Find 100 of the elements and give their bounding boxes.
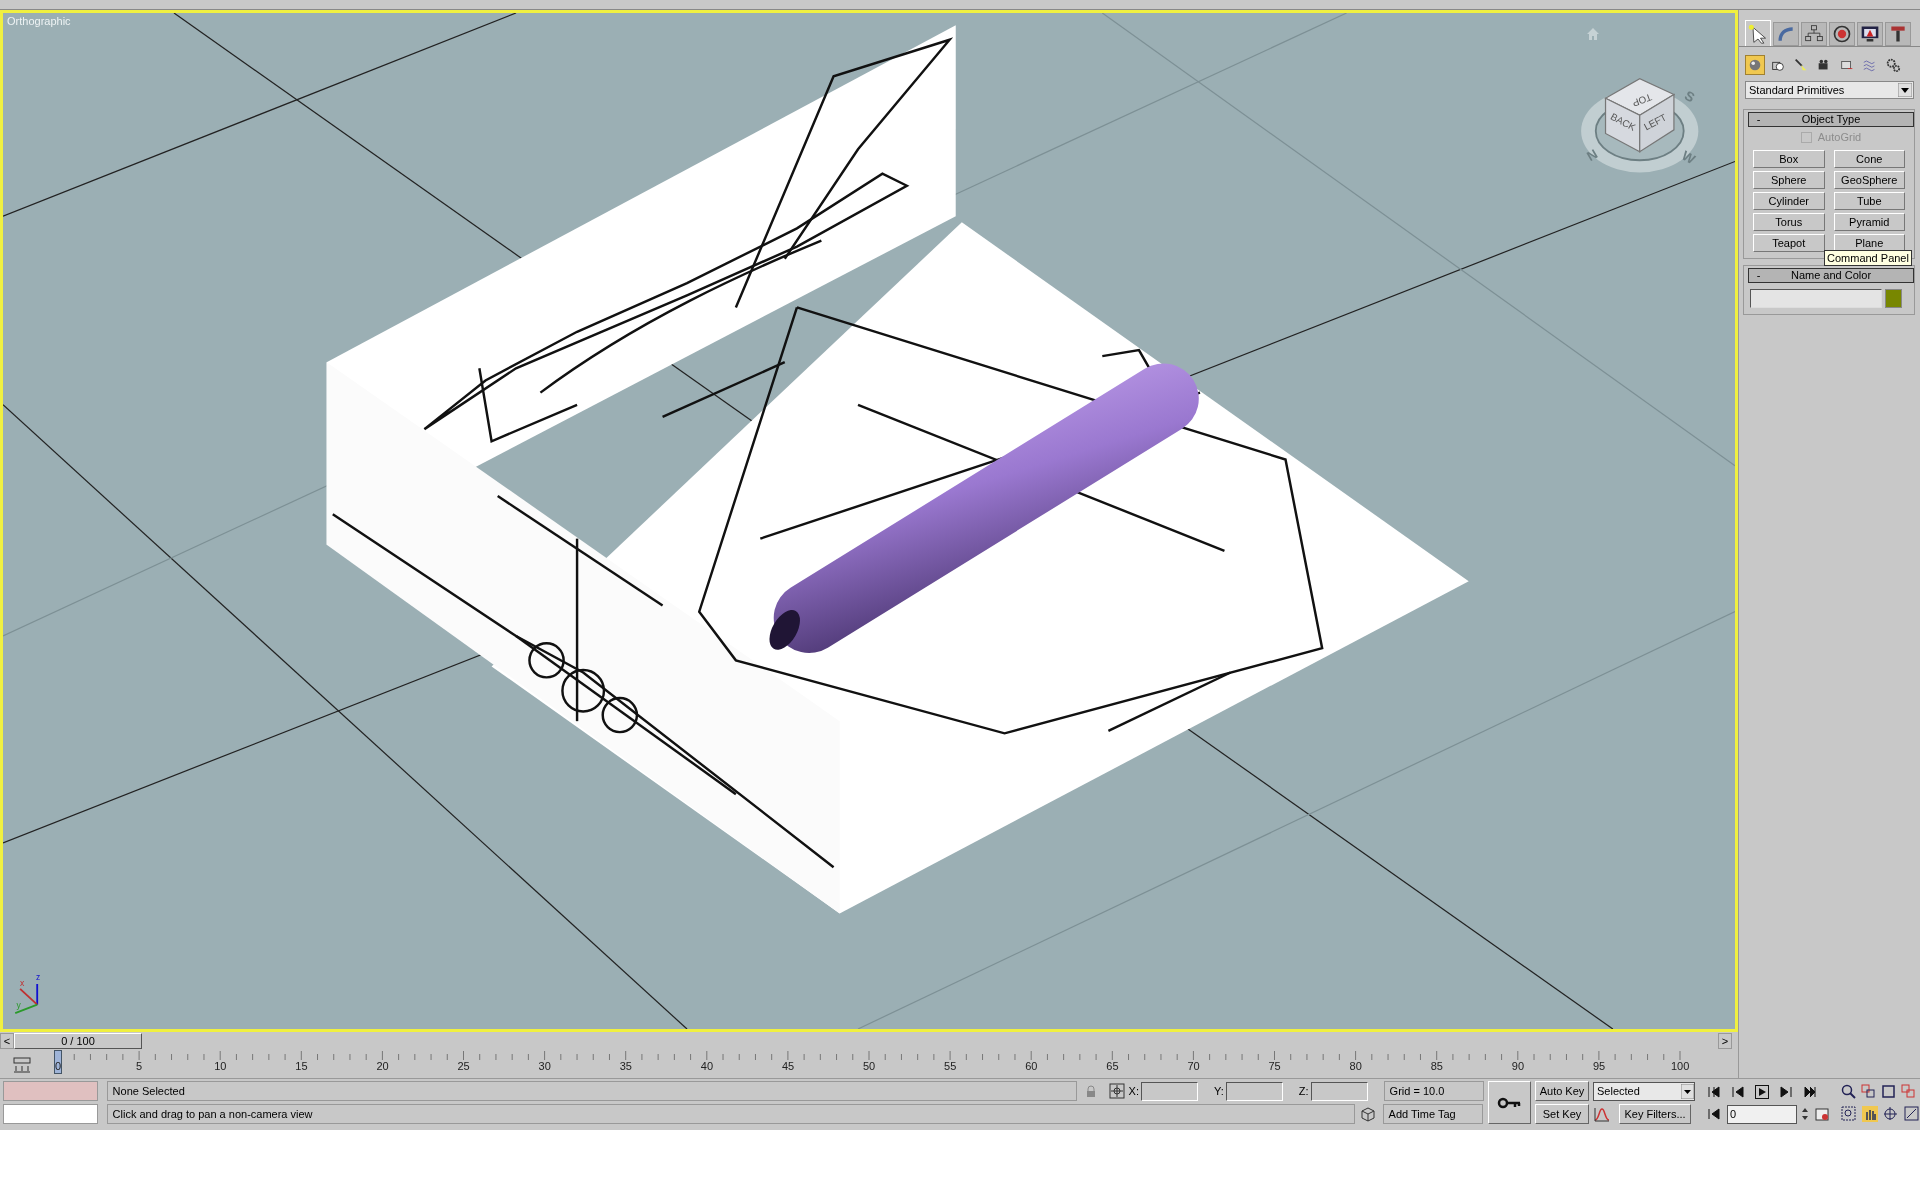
zoom-all-icon[interactable] (1861, 1084, 1876, 1099)
panel-tab[interactable] (1885, 22, 1911, 46)
auto-key-button[interactable]: Auto Key (1535, 1081, 1589, 1101)
next-frame-button[interactable]: > (1718, 1033, 1732, 1049)
rollout-title: Name and Color (1789, 267, 1873, 283)
gears-icon (1885, 57, 1901, 73)
rollout-header[interactable]: - Name and Color (1748, 267, 1914, 283)
zoom-icon[interactable] (1841, 1084, 1856, 1099)
rollout-header[interactable]: - Object Type (1748, 112, 1914, 127)
primitive-button[interactable]: Teapot (1753, 233, 1825, 252)
maxscript-listener-box[interactable] (3, 1104, 98, 1124)
panel-tab[interactable] (1857, 22, 1883, 46)
maximize-viewport-icon[interactable] (1904, 1106, 1920, 1122)
sphere-icon (1747, 57, 1763, 73)
previous-frame-button[interactable]: < (0, 1033, 14, 1049)
z-coordinate-field[interactable] (1310, 1081, 1368, 1101)
primitive-button[interactable]: Torus (1753, 212, 1825, 231)
axis-tripod-icon (14, 983, 39, 1015)
frame-number: 0 (55, 1060, 62, 1073)
add-time-tag-button[interactable]: Add Time Tag (1382, 1104, 1483, 1124)
primitive-button[interactable]: Tube (1833, 191, 1905, 210)
checkbox-label: AutoGrid (1817, 130, 1862, 145)
key-icon[interactable] (1497, 1096, 1522, 1109)
coordinate-label: X: (1128, 1083, 1139, 1099)
zoom-region-icon[interactable] (1841, 1106, 1857, 1122)
selection-status: None Selected (106, 1081, 1077, 1101)
cube-icon[interactable] (1360, 1106, 1375, 1122)
frame-number: 35 (619, 1060, 632, 1073)
previous-frame-icon[interactable] (1731, 1084, 1745, 1099)
frame-number: 25 (457, 1060, 470, 1073)
coordinate-label: Y: (1214, 1083, 1224, 1099)
frame-number: 15 (295, 1060, 308, 1073)
rollout-title: Object Type (1800, 112, 1862, 128)
y-coordinate-field[interactable] (1225, 1081, 1283, 1101)
dropdown-arrow-icon[interactable] (1681, 1083, 1694, 1099)
dropdown-value: Selected (1597, 1083, 1640, 1099)
next-frame-icon[interactable] (1779, 1084, 1793, 1099)
transform-mode-icon[interactable] (1108, 1083, 1125, 1099)
set-key-button[interactable]: Set Key (1535, 1104, 1589, 1124)
monitor-icon (1860, 24, 1880, 44)
collapse-toggle[interactable]: - (1749, 111, 1763, 128)
name-field[interactable] (1750, 288, 1882, 308)
wheel-icon (1832, 24, 1852, 44)
go-to-end-icon[interactable] (1803, 1084, 1817, 1099)
axis-label: x (20, 978, 25, 989)
primitive-button[interactable]: Sphere (1753, 170, 1825, 189)
frame-number: 75 (1268, 1060, 1281, 1073)
frame-number: 95 (1592, 1060, 1606, 1073)
frame-number: 70 (1187, 1060, 1200, 1073)
key-filters-button[interactable]: Key Filters... (1619, 1104, 1691, 1124)
frame-number: 80 (1349, 1060, 1362, 1073)
axis-label: z (36, 972, 41, 983)
play-icon[interactable] (1755, 1084, 1769, 1099)
current-frame-field[interactable]: 0 (1727, 1104, 1797, 1124)
frame-number: 60 (1025, 1060, 1038, 1073)
primitive-button[interactable]: GeoSphere (1833, 170, 1905, 189)
time-slider-thumb[interactable]: 0 / 100 (14, 1033, 142, 1049)
waves-icon (1862, 57, 1878, 73)
bend-icon (1776, 24, 1796, 44)
set-keys-button[interactable] (1487, 1081, 1531, 1124)
primitive-button[interactable]: Cone (1833, 149, 1905, 168)
dropdown-arrow-icon[interactable] (1898, 83, 1912, 97)
key-mode-dropdown[interactable]: Selected (1593, 1081, 1695, 1101)
frame-number: 20 (376, 1060, 389, 1073)
primitive-button[interactable]: Pyramid (1833, 212, 1905, 231)
spotlight-icon (1793, 57, 1809, 73)
collapse-toggle[interactable]: - (1749, 266, 1763, 284)
frame-number: 55 (944, 1060, 957, 1073)
color-swatch[interactable] (1885, 288, 1902, 308)
spinner-icon[interactable] (1801, 1107, 1809, 1121)
category-dropdown[interactable]: Standard Primitives (1745, 81, 1914, 99)
go-to-start-icon[interactable] (1707, 1084, 1721, 1099)
frame-number: 45 (781, 1060, 795, 1073)
current-frame-marker[interactable] (54, 1050, 62, 1074)
frame-number: 100 (1671, 1060, 1690, 1073)
key-mode-toggle-icon[interactable] (1707, 1107, 1721, 1121)
frame-number: 50 (863, 1060, 876, 1073)
primitive-button[interactable]: Box (1753, 149, 1825, 168)
x-coordinate-field[interactable] (1141, 1081, 1198, 1101)
frame-number: 90 (1511, 1060, 1525, 1073)
frame-number: 85 (1430, 1060, 1443, 1073)
axis-label: y (16, 1000, 21, 1011)
dropdown-value: Standard Primitives (1749, 82, 1845, 98)
grid-spacing-readout: Grid = 10.0 (1383, 1081, 1484, 1101)
viewcube-face-label[interactable]: TOP (1630, 91, 1654, 109)
coordinate-label: Z: (1298, 1083, 1309, 1099)
frame-number: 10 (214, 1060, 227, 1073)
zoom-extents-icon[interactable] (1881, 1084, 1896, 1099)
orbit-icon[interactable] (1883, 1106, 1899, 1122)
hand-icon[interactable] (1862, 1106, 1878, 1122)
frame-number: 65 (1106, 1060, 1119, 1073)
primitive-button[interactable]: Plane (1833, 233, 1905, 252)
frame-number: 30 (538, 1060, 551, 1073)
zoom-extents-all-icon[interactable] (1901, 1084, 1916, 1099)
time-configuration-icon[interactable] (1815, 1107, 1829, 1121)
curve-icon[interactable] (1593, 1105, 1611, 1123)
panel-tab[interactable] (1829, 22, 1855, 46)
viewcube-drawing[interactable] (1581, 78, 1699, 173)
hierarchy-icon (1804, 24, 1824, 44)
primitive-button[interactable]: Cylinder (1753, 191, 1825, 210)
